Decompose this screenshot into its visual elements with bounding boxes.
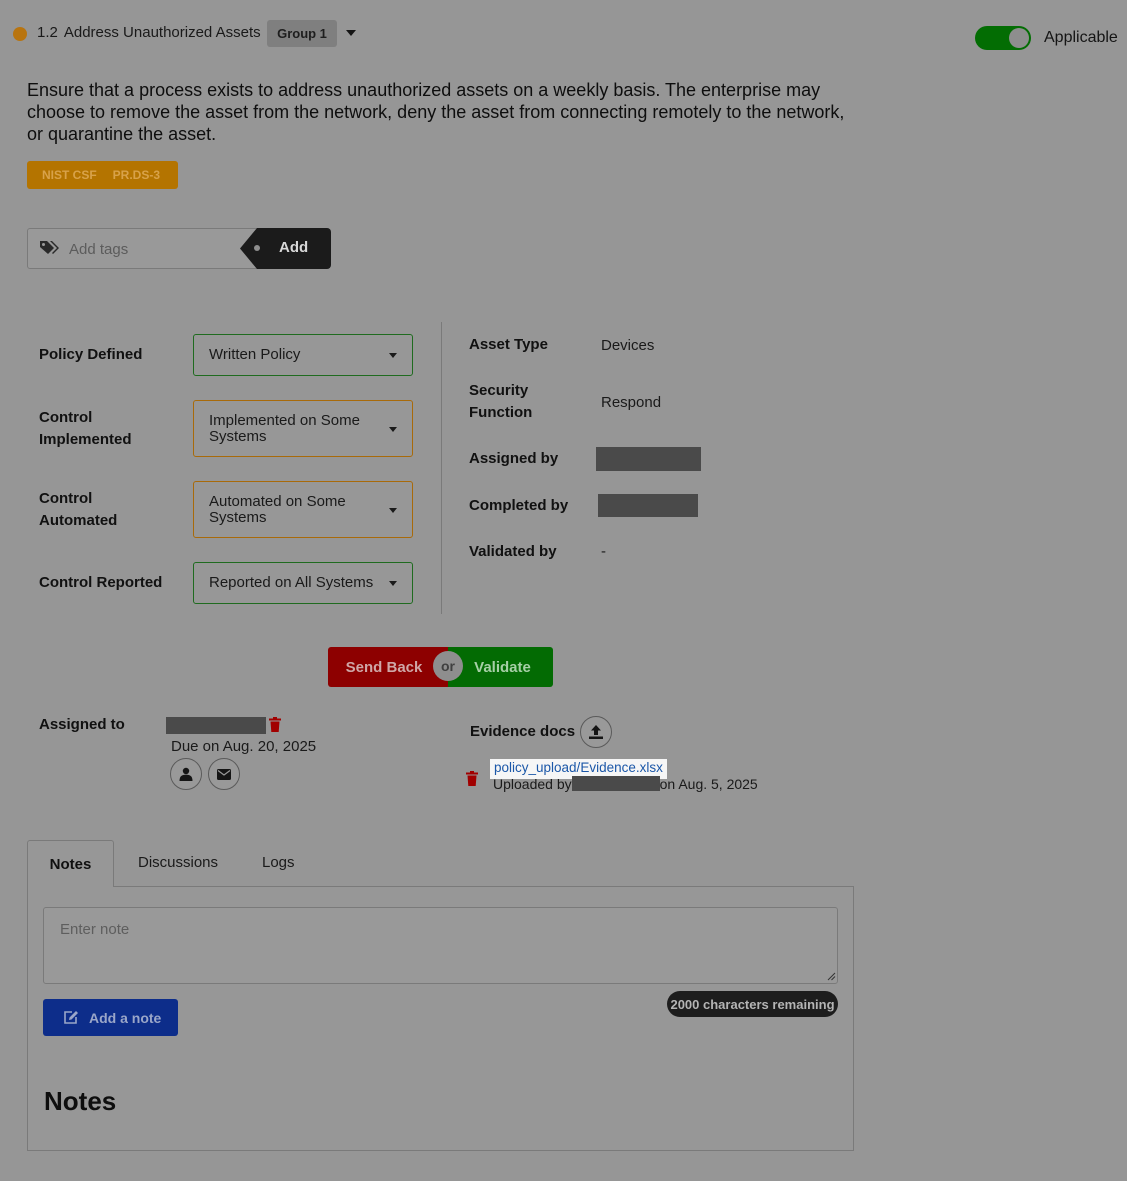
framework-badge: NIST CSF PR.DS-3 bbox=[27, 161, 178, 189]
control-implemented-value: Implemented on Some Systems bbox=[209, 411, 360, 445]
policy-defined-value: Written Policy bbox=[209, 346, 301, 363]
control-automated-value: Automated on Some Systems bbox=[209, 492, 346, 526]
add-note-button[interactable]: Add a note bbox=[43, 999, 178, 1036]
add-tag-label: Add bbox=[279, 239, 309, 256]
completed-by-redacted bbox=[598, 494, 698, 517]
assigned-to-label: Assigned to bbox=[39, 716, 125, 733]
assigned-by-label: Assigned by bbox=[469, 450, 559, 467]
policy-defined-select[interactable]: Written Policy bbox=[193, 334, 413, 376]
tags-input[interactable] bbox=[69, 239, 239, 259]
upload-info: Uploaded by on Aug. 5, 2025 bbox=[493, 776, 758, 792]
uploader-redacted bbox=[571, 776, 660, 791]
framework-ref: PR.DS-3 bbox=[112, 168, 161, 182]
caret-down-icon bbox=[389, 426, 397, 432]
send-email-button[interactable] bbox=[208, 758, 240, 790]
policy-defined-label: Policy Defined bbox=[39, 346, 143, 363]
reassign-user-button[interactable] bbox=[170, 758, 202, 790]
control-implemented-label: Control Implemented bbox=[39, 409, 132, 448]
control-title: 1.2 Address Unauthorized Assets bbox=[37, 24, 261, 41]
resize-handle-icon[interactable] bbox=[827, 972, 836, 981]
framework-name: NIST CSF bbox=[42, 168, 97, 182]
status-dot bbox=[13, 27, 27, 41]
note-input[interactable] bbox=[43, 907, 838, 984]
upload-icon bbox=[589, 725, 603, 739]
control-automated-label: Control Automated bbox=[39, 490, 118, 529]
security-function-value: Respond bbox=[601, 394, 662, 411]
validated-by-label: Validated by bbox=[469, 543, 557, 560]
control-name: Address Unauthorized Assets bbox=[63, 24, 261, 41]
tab-logs[interactable]: Logs bbox=[262, 854, 295, 871]
applicable-label: Applicable bbox=[1044, 29, 1118, 46]
tab-discussions[interactable]: Discussions bbox=[138, 854, 218, 871]
caret-down-icon bbox=[389, 353, 397, 358]
control-implemented-select[interactable]: Implemented on Some Systems bbox=[193, 400, 413, 457]
user-icon bbox=[179, 767, 193, 781]
caret-down-icon bbox=[389, 507, 397, 513]
group-badge: Group 1 bbox=[267, 20, 337, 47]
chevron-down-icon[interactable] bbox=[346, 30, 356, 36]
column-divider bbox=[441, 322, 442, 614]
evidence-docs-label: Evidence docs bbox=[470, 723, 576, 740]
control-reported-label: Control Reported bbox=[39, 574, 163, 591]
security-function-label: Security Function bbox=[469, 382, 533, 421]
control-description: Ensure that a process exists to address … bbox=[27, 80, 845, 144]
notes-heading: Notes bbox=[44, 1086, 117, 1116]
caret-down-icon bbox=[389, 581, 397, 586]
control-reported-value: Reported on All Systems bbox=[209, 574, 374, 591]
add-button-dot bbox=[254, 245, 260, 251]
tab-notes[interactable]: Notes bbox=[27, 840, 114, 887]
upload-evidence-button[interactable] bbox=[580, 716, 612, 748]
or-divider: or bbox=[433, 651, 463, 681]
send-back-button[interactable]: Send Back bbox=[328, 647, 450, 687]
edit-icon bbox=[64, 1011, 78, 1024]
completed-by-label: Completed by bbox=[469, 497, 569, 514]
due-date: Due on Aug. 20, 2025 bbox=[171, 738, 317, 755]
envelope-icon bbox=[217, 768, 231, 780]
assignee-redacted bbox=[166, 717, 266, 734]
uploaded-by-prefix: Uploaded by bbox=[493, 776, 572, 792]
control-number: 1.2 bbox=[37, 24, 58, 41]
trash-icon[interactable] bbox=[466, 771, 478, 786]
control-automated-select[interactable]: Automated on Some Systems bbox=[193, 481, 413, 538]
validated-by-value: - bbox=[601, 543, 606, 560]
tags-icon bbox=[40, 241, 59, 254]
trash-icon[interactable] bbox=[269, 717, 281, 732]
toggle-knob bbox=[1009, 28, 1029, 48]
asset-type-label: Asset Type bbox=[469, 336, 548, 353]
chars-remaining-badge: 2000 characters remaining bbox=[667, 991, 838, 1017]
applicable-toggle[interactable] bbox=[975, 26, 1031, 50]
asset-type-value: Devices bbox=[601, 337, 655, 354]
validate-button[interactable]: Validate bbox=[448, 647, 553, 687]
uploaded-date: on Aug. 5, 2025 bbox=[659, 776, 758, 792]
assigned-by-redacted bbox=[596, 447, 701, 471]
add-note-label: Add a note bbox=[89, 1009, 162, 1026]
control-reported-select[interactable]: Reported on All Systems bbox=[193, 562, 413, 604]
